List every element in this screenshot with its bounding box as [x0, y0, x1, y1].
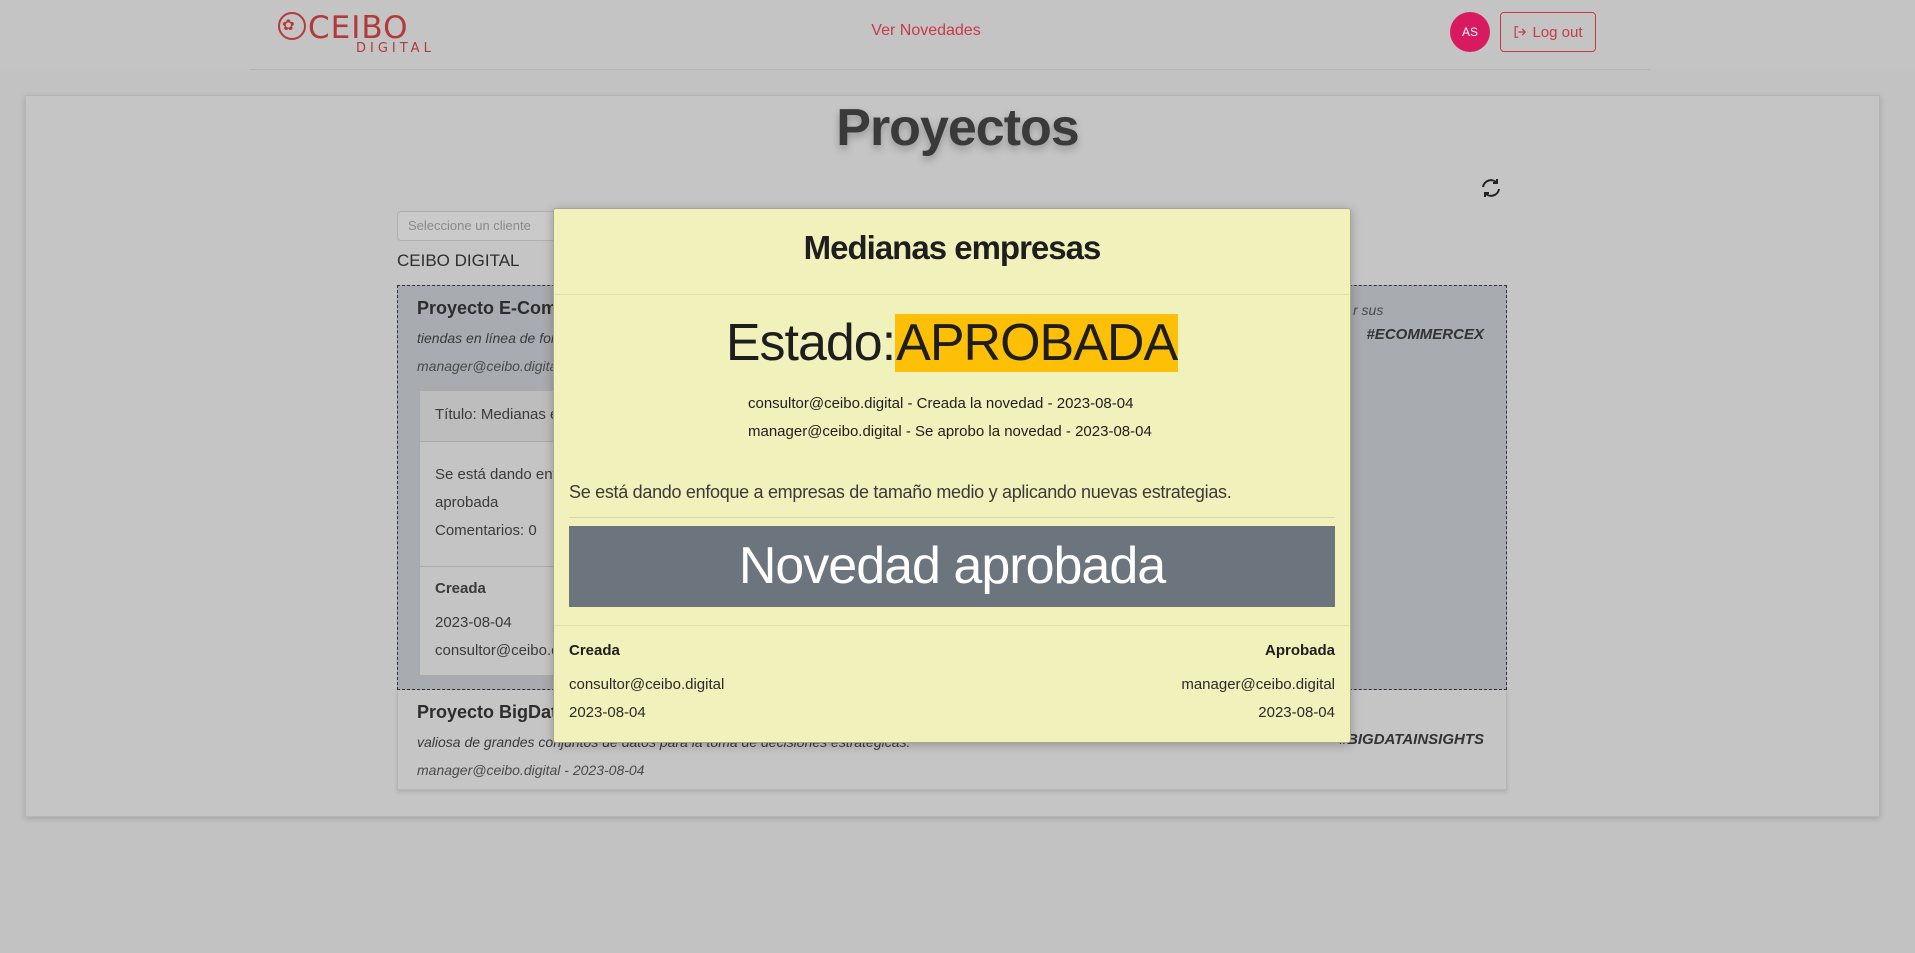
modal-header: Medianas empresas	[554, 209, 1350, 295]
logout-icon	[1515, 26, 1527, 38]
modal-divider	[569, 517, 1335, 518]
novedad-created-date: 2023-08-04	[435, 614, 512, 631]
page-title: Proyectos	[836, 99, 1079, 157]
footer-created-date: 2023-08-04	[569, 704, 646, 721]
project-tag: #ECOMMERCEX	[1366, 326, 1484, 343]
user-avatar[interactable]: AS	[1450, 12, 1490, 52]
novedad-title: Título: Medianas e	[435, 406, 559, 423]
novedad-created-user: consultor@ceibo.c	[435, 642, 559, 659]
project-description-tail: r sus	[1353, 302, 1384, 318]
modal-footer-divider	[554, 625, 1350, 626]
footer-created-user: consultor@ceibo.digital	[569, 676, 725, 693]
ceibo-logo[interactable]: ✿ CEIBO DIGITAL	[278, 10, 438, 56]
novedad-status: aprobada	[435, 494, 499, 511]
project-title: Proyecto BigDat	[417, 702, 558, 722]
project-description: tiendas en línea de for	[417, 330, 556, 346]
logout-label: Log out	[1532, 23, 1583, 41]
top-navbar: ✿ CEIBO DIGITAL Ver Novedades AS Log out	[0, 0, 1915, 70]
history-entry: manager@ceibo.digital - Se aprobo la nov…	[748, 423, 1152, 440]
refresh-icon[interactable]	[1479, 176, 1503, 200]
modal-estado: Estado:APROBADA	[554, 310, 1350, 376]
logout-button[interactable]: Log out	[1500, 12, 1596, 52]
client-select[interactable]: Seleccione un cliente	[397, 211, 557, 241]
footer-created-label: Creada	[569, 642, 620, 659]
modal-title: Medianas empresas	[803, 229, 1102, 266]
footer-approved-date: 2023-08-04	[1258, 704, 1335, 721]
logo-subtitle: DIGITAL	[356, 41, 435, 56]
footer-approved-label: Aprobada	[1264, 642, 1335, 659]
project-meta: manager@ceibo.digital	[417, 358, 561, 374]
estado-value-badge: APROBADA	[895, 314, 1179, 372]
client-name: CEIBO DIGITAL	[397, 251, 520, 270]
novedad-created-label: Creada	[435, 580, 486, 597]
footer-approved-user: manager@ceibo.digital	[1181, 676, 1335, 693]
novedad-comments: Comentarios: 0	[435, 522, 537, 539]
history-entry: consultor@ceibo.digital - Creada la nove…	[748, 395, 1134, 412]
logo-name: CEIBO	[308, 10, 409, 46]
tree-glyph: ✿	[282, 16, 295, 34]
navbar-divider	[250, 69, 1650, 70]
novedad-modal[interactable]: Medianas empresas Estado:APROBADA consul…	[553, 208, 1351, 743]
approved-banner: Novedad aprobada	[569, 526, 1335, 607]
estado-label: Estado:	[725, 314, 896, 372]
modal-description: Se está dando enfoque a empresas de tama…	[569, 482, 1232, 502]
project-meta: manager@ceibo.digital - 2023-08-04	[417, 762, 645, 778]
project-title: Proyecto E-Com	[417, 298, 558, 318]
novedad-description: Se está dando enf	[435, 466, 557, 483]
ver-novedades-link[interactable]: Ver Novedades	[846, 22, 1006, 40]
project-tag: #BIGDATAINSIGHTS	[1338, 731, 1484, 748]
